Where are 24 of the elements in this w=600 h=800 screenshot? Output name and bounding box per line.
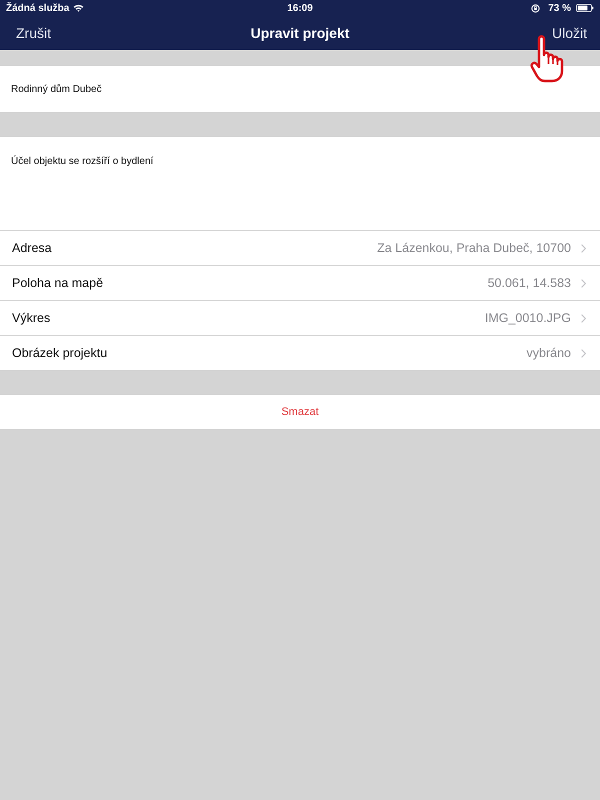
wifi-icon	[73, 4, 84, 12]
row-label: Poloha na mapě	[12, 276, 104, 290]
row-value: Za Lázenkou, Praha Dubeč, 10700	[377, 241, 571, 255]
rotation-lock-icon	[531, 4, 540, 12]
row-label: Adresa	[12, 241, 52, 255]
clock-time: 16:09	[287, 2, 313, 14]
save-button[interactable]: Uložit	[552, 25, 587, 41]
chevron-right-icon	[581, 244, 586, 252]
chevron-right-icon	[581, 314, 586, 322]
battery-percent: 73 %	[548, 2, 571, 14]
cancel-button[interactable]: Zrušit	[16, 25, 51, 41]
description-field[interactable]: Účel objektu se rozšíří o bydlení	[0, 137, 600, 231]
row-value: 50.061, 14.583	[488, 276, 571, 290]
row-value: vybráno	[526, 346, 571, 360]
battery-icon	[576, 4, 594, 12]
carrier-label: Žádná služba	[6, 2, 70, 14]
row-label: Obrázek projektu	[12, 346, 108, 360]
project-name-field[interactable]: Rodinný dům Dubeč	[0, 66, 600, 112]
row-value: IMG_0010.JPG	[484, 311, 571, 325]
chevron-right-icon	[581, 348, 586, 358]
delete-button[interactable]: Smazat	[0, 395, 600, 429]
chevron-right-icon	[581, 278, 586, 288]
screen-title: Upravit projekt	[250, 25, 350, 41]
row-label: Výkres	[12, 311, 50, 325]
